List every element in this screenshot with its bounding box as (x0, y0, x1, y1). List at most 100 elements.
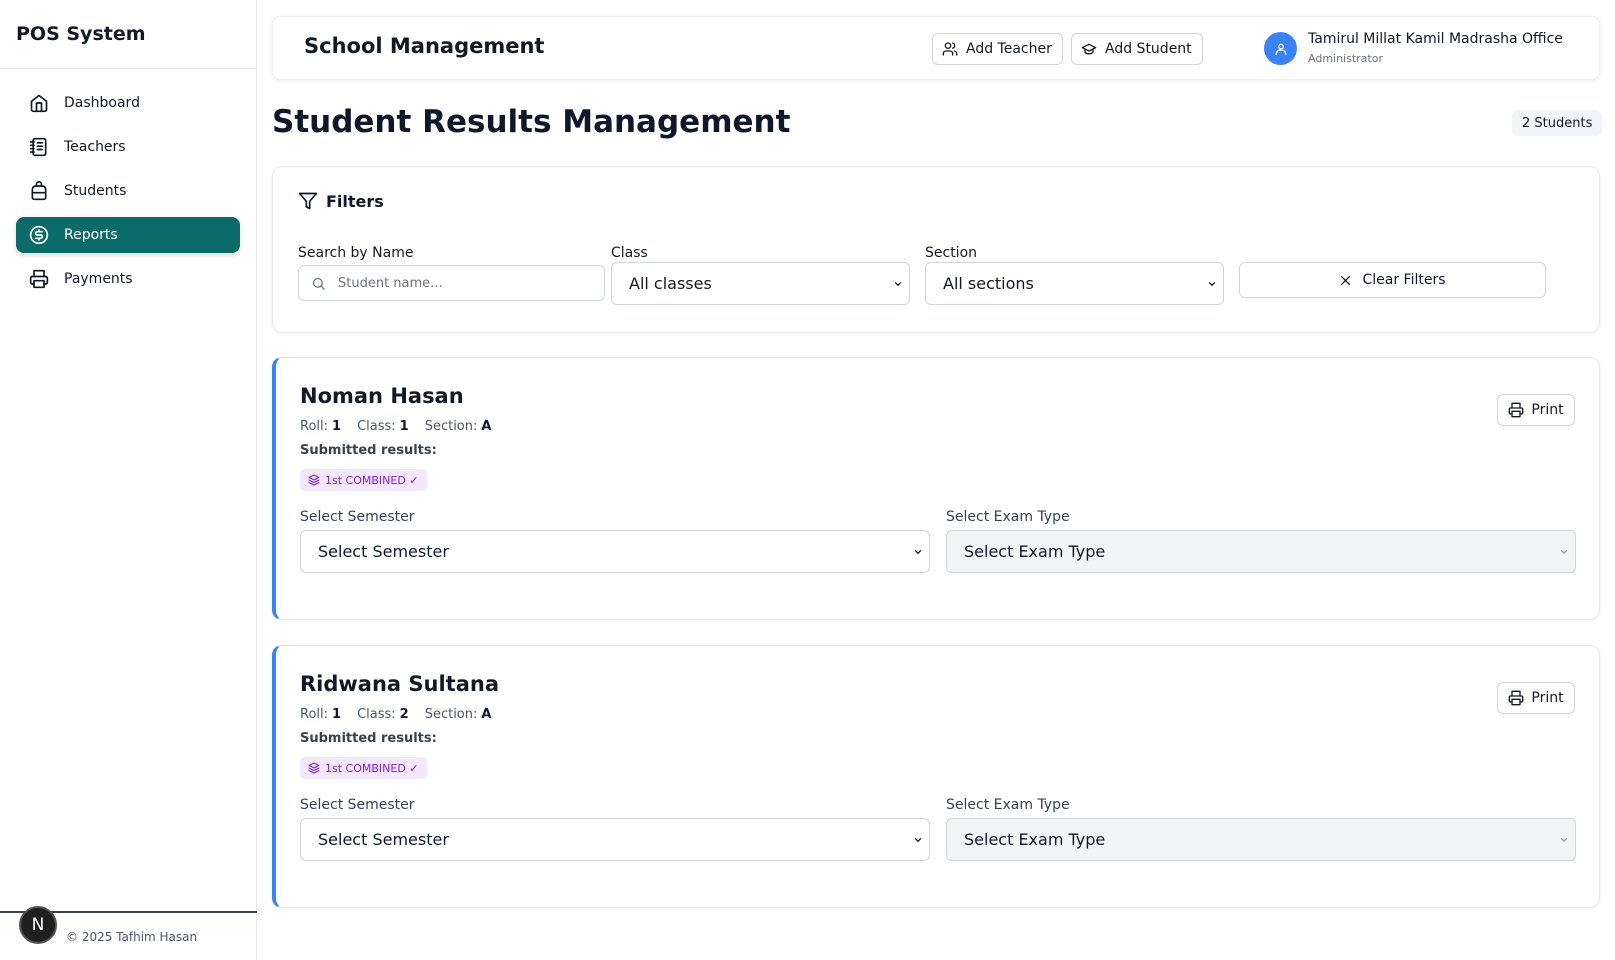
section-value: A (481, 419, 492, 434)
search-icon (312, 277, 325, 290)
exam-type-select-value: Select Exam Type (964, 542, 1106, 561)
roll-value: 1 (332, 707, 342, 722)
sidebar-item-label: Reports (64, 227, 118, 243)
student-meta: Roll: 1 Class: 2 Section: A (300, 707, 507, 722)
section-select-value: All sections (943, 274, 1034, 293)
exam-type-select[interactable]: Select Exam Type (946, 818, 1576, 861)
class-meta-label: Class: (357, 419, 396, 434)
user-role: Administrator (1308, 52, 1383, 65)
submitted-results-label: Submitted results: (300, 443, 437, 458)
submitted-results-label: Submitted results: (300, 731, 437, 746)
section-select[interactable]: All sections (925, 262, 1224, 305)
sidebar-item-label: Dashboard (64, 95, 140, 111)
clear-filters-button[interactable]: Clear Filters (1239, 262, 1546, 298)
copyright-text: © 2025 Tafhim Hasan (66, 929, 198, 944)
result-tag-label: 1st COMBINED ✓ (325, 761, 419, 775)
semester-label: Select Semester (300, 509, 415, 525)
roll-value: 1 (332, 419, 342, 434)
top-header: School Management Add Teacher Add Studen… (272, 16, 1600, 80)
sidebar-item-label: Payments (64, 271, 133, 287)
filters-title: Filters (326, 191, 384, 211)
chevron-down-icon (1560, 549, 1568, 554)
page-title: Student Results Management (272, 104, 791, 140)
sidebar-nav: Dashboard Teachers Students Reports Paym… (0, 69, 256, 321)
app-title: School Management (304, 34, 545, 58)
print-button[interactable]: Print (1497, 682, 1575, 714)
student-name: Ridwana Sultana (300, 672, 500, 696)
dollar-circle-icon (28, 224, 50, 246)
add-student-label: Add Student (1105, 41, 1192, 57)
exam-type-label: Select Exam Type (946, 797, 1070, 813)
print-label: Print (1531, 402, 1564, 418)
user-icon (1275, 43, 1286, 55)
semester-select-value: Select Semester (318, 542, 449, 561)
class-value: 1 (399, 419, 409, 434)
users-icon (942, 42, 958, 56)
sidebar-item-students[interactable]: Students (16, 173, 240, 209)
class-meta-label: Class: (357, 707, 396, 722)
sidebar: POS System Dashboard Teachers Students R… (0, 0, 257, 960)
brand-title: POS System (0, 0, 256, 69)
chevron-down-icon (894, 281, 902, 286)
close-icon (1341, 275, 1351, 285)
roll-label: Roll: (300, 707, 329, 722)
section-label: Section (925, 245, 978, 261)
user-name: Tamirul Millat Kamil Madrasha Office (1308, 31, 1563, 47)
chevron-down-icon (1208, 281, 1216, 286)
exam-type-select[interactable]: Select Exam Type (946, 530, 1576, 573)
semester-label: Select Semester (300, 797, 415, 813)
print-button[interactable]: Print (1497, 394, 1575, 426)
sidebar-item-teachers[interactable]: Teachers (16, 129, 240, 165)
section-meta-label: Section: (424, 419, 478, 434)
printer-icon (1509, 690, 1524, 706)
section-meta-label: Section: (424, 707, 478, 722)
semester-select[interactable]: Select Semester (300, 818, 930, 861)
student-card: Noman Hasan Roll: 1 Class: 1 Section: A Sub… (272, 357, 1600, 620)
printer-icon (1509, 402, 1524, 418)
result-tag: 1st COMBINED ✓ (300, 469, 427, 491)
search-field[interactable] (298, 265, 605, 301)
semester-select-value: Select Semester (318, 830, 449, 849)
add-teacher-label: Add Teacher (966, 41, 1052, 57)
class-select-value: All classes (629, 274, 712, 293)
student-meta: Roll: 1 Class: 1 Section: A (300, 419, 507, 434)
sidebar-item-dashboard[interactable]: Dashboard (16, 85, 240, 121)
home-icon (28, 92, 50, 114)
add-student-button[interactable]: Add Student (1071, 33, 1203, 65)
roll-label: Roll: (300, 419, 329, 434)
avatar[interactable] (1264, 32, 1297, 65)
sidebar-item-payments[interactable]: Payments (16, 261, 240, 297)
semester-select[interactable]: Select Semester (300, 530, 930, 573)
graduation-cap-icon (1081, 43, 1097, 55)
chevron-down-icon (914, 837, 922, 842)
layers-icon (308, 474, 320, 486)
student-name: Noman Hasan (300, 384, 464, 408)
filters-header: Filters (298, 191, 384, 211)
printer-icon (28, 268, 50, 290)
student-count-badge: 2 Students (1512, 110, 1603, 136)
chevron-down-icon (914, 549, 922, 554)
class-value: 2 (399, 707, 409, 722)
chevron-down-icon (1560, 837, 1568, 842)
layers-icon (308, 762, 320, 774)
exam-type-label: Select Exam Type (946, 509, 1070, 525)
student-card: Ridwana Sultana Roll: 1 Class: 2 Section: A… (272, 645, 1600, 908)
search-label: Search by Name (298, 245, 414, 261)
class-select[interactable]: All classes (611, 262, 910, 305)
result-tag-label: 1st COMBINED ✓ (325, 473, 419, 487)
clear-filters-label: Clear Filters (1362, 272, 1446, 288)
backpack-icon (28, 180, 50, 202)
notebook-icon (28, 136, 50, 158)
add-teacher-button[interactable]: Add Teacher (932, 33, 1063, 65)
exam-type-select-value: Select Exam Type (964, 830, 1106, 849)
sidebar-item-label: Students (64, 183, 127, 199)
filters-card: Filters Search by Name Class All classes… (272, 166, 1600, 333)
filter-icon (298, 192, 318, 210)
sidebar-item-label: Teachers (64, 139, 126, 155)
section-value: A (481, 707, 492, 722)
result-tag: 1st COMBINED ✓ (300, 757, 427, 779)
search-input[interactable] (338, 275, 588, 291)
class-label: Class (611, 245, 648, 261)
sidebar-item-reports[interactable]: Reports (16, 217, 240, 253)
dev-indicator-button[interactable]: N (19, 906, 57, 944)
